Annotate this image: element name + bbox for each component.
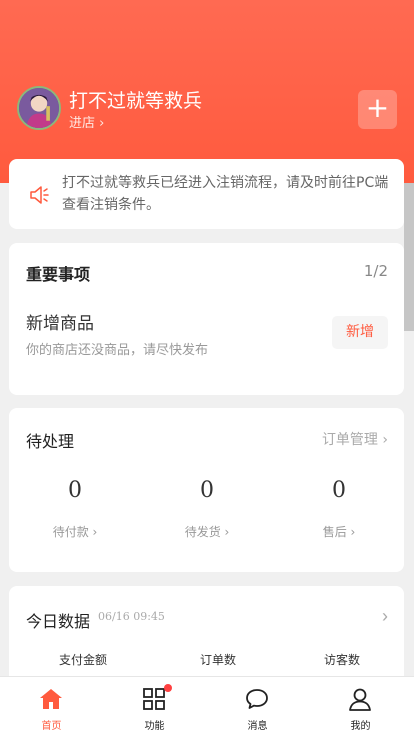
pending-payment[interactable]: 0 待付款 › bbox=[15, 476, 135, 540]
after-sales-label: 售后 › bbox=[322, 525, 356, 539]
pending-payment-count: 0 bbox=[68, 478, 82, 503]
tab-messages[interactable]: 消息 bbox=[206, 677, 309, 736]
shop-avatar[interactable] bbox=[17, 86, 61, 130]
today-timestamp: 06/16 09:45 bbox=[98, 610, 165, 623]
today-title: 今日数据 bbox=[26, 612, 91, 631]
important-card: 重要事项 1/2 新增商品 你的商店还没商品，请尽快发布 新增 bbox=[9, 243, 404, 395]
tab-profile-label: 我的 bbox=[350, 721, 371, 732]
notice-card[interactable]: 打不过就等救兵已经进入注销流程，请及时前往PC端查看注销条件。 bbox=[9, 159, 404, 229]
user-icon bbox=[349, 688, 371, 711]
metric-order-count: 订单数 bbox=[199, 653, 236, 667]
important-item-desc: 你的商店还没商品，请尽快发布 bbox=[26, 343, 209, 358]
important-title: 重要事项 bbox=[26, 265, 91, 284]
pending-card: 待处理 订单管理 › 0 待付款 › 0 待发货 › 0 售后 › bbox=[9, 408, 404, 572]
avatar-image bbox=[19, 88, 59, 128]
pending-shipment-label: 待发货 › bbox=[184, 525, 230, 539]
shop-header: 打不过就等救兵 进店 › + bbox=[0, 0, 414, 183]
tab-home[interactable]: 首页 bbox=[0, 677, 103, 736]
pending-shipment-count: 0 bbox=[200, 478, 214, 503]
tab-features-label: 功能 bbox=[144, 721, 165, 732]
notification-dot bbox=[164, 684, 172, 692]
scrollbar[interactable] bbox=[404, 183, 414, 331]
chat-icon bbox=[246, 689, 268, 709]
pending-shipment[interactable]: 0 待发货 › bbox=[147, 476, 267, 540]
after-sales[interactable]: 0 售后 › bbox=[279, 476, 399, 540]
notice-text: 打不过就等救兵已经进入注销流程，请及时前往PC端查看注销条件。 bbox=[62, 175, 389, 213]
important-item-title: 新增商品 bbox=[26, 314, 94, 334]
important-pagination: 1/2 bbox=[363, 262, 388, 280]
shop-name: 打不过就等救兵 bbox=[69, 90, 203, 112]
today-arrow-icon[interactable]: › bbox=[382, 606, 388, 627]
add-product-button[interactable]: 新增 bbox=[332, 316, 388, 349]
metric-payment-amount: 支付金额 bbox=[58, 653, 107, 667]
tab-messages-label: 消息 bbox=[247, 721, 268, 732]
tab-profile[interactable]: 我的 bbox=[309, 677, 412, 736]
bottom-tab-bar: 首页 功能 消息 我的 bbox=[0, 676, 414, 736]
grid-icon bbox=[143, 688, 165, 710]
speaker-icon bbox=[30, 186, 49, 204]
pending-title: 待处理 bbox=[26, 432, 75, 451]
order-management-link[interactable]: 订单管理 › bbox=[322, 429, 388, 449]
metric-visitor-count: 访客数 bbox=[323, 653, 360, 667]
tab-features[interactable]: 功能 bbox=[103, 677, 206, 736]
home-icon bbox=[40, 689, 62, 709]
tab-home-label: 首页 bbox=[41, 721, 62, 732]
add-button[interactable]: + bbox=[358, 90, 397, 129]
after-sales-count: 0 bbox=[332, 478, 346, 503]
pending-payment-label: 待付款 › bbox=[52, 525, 98, 539]
enter-shop-link[interactable]: 进店 › bbox=[69, 112, 104, 131]
